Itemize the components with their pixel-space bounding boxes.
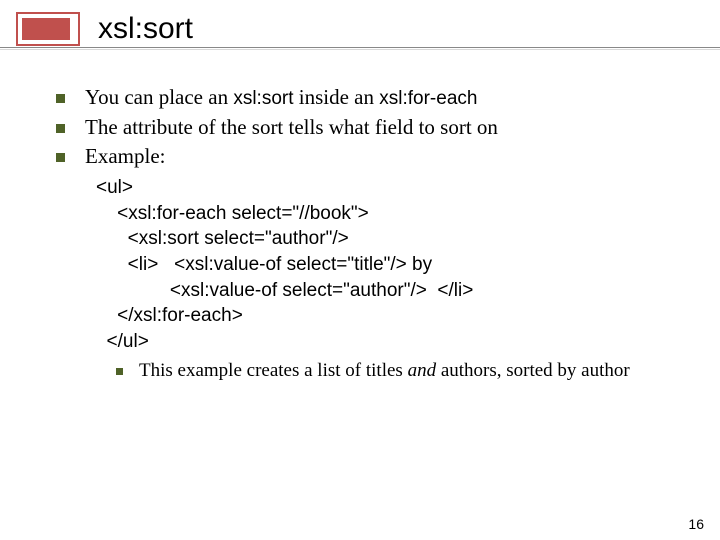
code-line: <ul> [96,175,680,201]
bullet-text: Example: [85,143,680,171]
code-line: <xsl:value-of select="author"/> </li> [96,278,680,304]
title-underline [0,47,720,49]
code-line: <xsl:sort select="author"/> [96,226,680,252]
bullet-item: The attribute of the sort tells what fie… [56,114,680,142]
bullet-icon [56,153,65,162]
text-run: authors, sorted by author [436,360,630,381]
code-block: <ul> <xsl:for-each select="//book"> <xsl… [96,175,680,354]
sub-bullet-item: This example creates a list of titles an… [116,359,680,384]
bullet-text: You can place an xsl:sort inside an xsl:… [85,84,680,112]
bullet-item: You can place an xsl:sort inside an xsl:… [56,84,680,112]
bullet-icon [116,368,123,375]
slide-title-bar: xsl:sort [16,12,193,46]
title-decoration-fill [22,18,70,40]
bullet-icon [56,124,65,133]
page-number: 16 [688,516,704,532]
bullet-text: The attribute of the sort tells what fie… [85,114,680,142]
text-run: You can place an [85,85,233,109]
slide-title: xsl:sort [98,12,193,46]
bullet-icon [56,94,65,103]
code-line: <xsl:for-each select="//book"> [96,201,680,227]
slide-body: You can place an xsl:sort inside an xsl:… [56,84,680,383]
code-inline: xsl:sort [233,88,293,109]
sub-bullet-text: This example creates a list of titles an… [139,359,680,384]
code-line: </xsl:for-each> [96,303,680,329]
code-line: <li> <xsl:value-of select="title"/> by [96,252,680,278]
text-run: inside an [294,85,380,109]
bullet-item: Example: [56,143,680,171]
text-emphasis: and [408,360,437,381]
code-inline: xsl:for-each [379,88,477,109]
code-line: </ul> [96,329,680,355]
text-run: This example creates a list of titles [139,360,408,381]
title-decoration-icon [16,12,80,46]
